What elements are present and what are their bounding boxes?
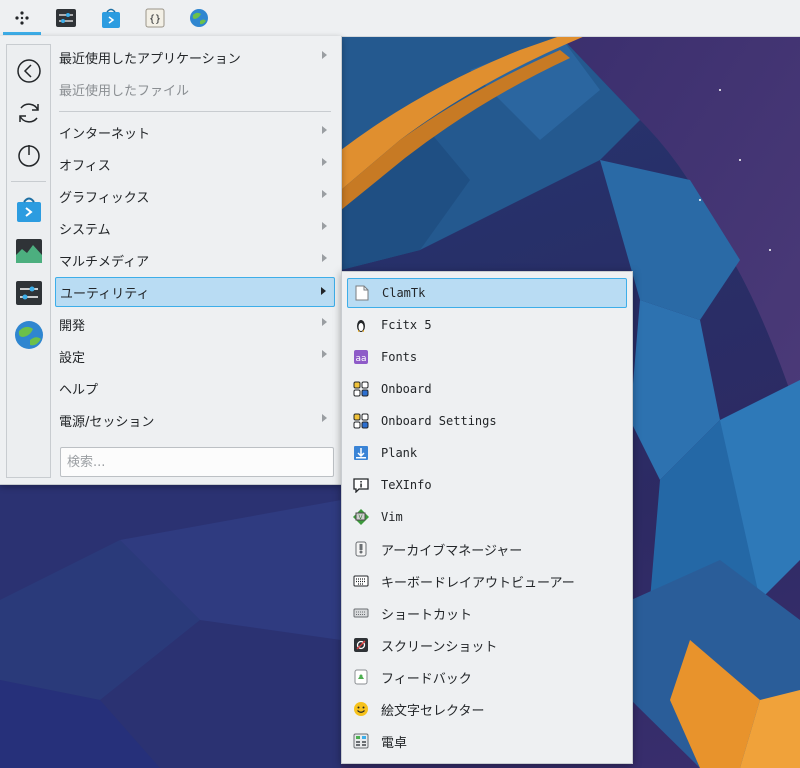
power-icon	[18, 145, 40, 167]
fav-discover[interactable]	[13, 193, 45, 225]
plank-icon	[354, 446, 368, 460]
refresh-button[interactable]	[13, 97, 45, 129]
discover-launcher[interactable]	[96, 3, 126, 33]
chevron-right-icon	[322, 350, 327, 358]
feedback-icon	[354, 669, 368, 685]
menu-item-power-session[interactable]: 電源/セッション	[55, 405, 335, 435]
chevron-right-icon	[322, 190, 327, 198]
utilities-submenu: ClamTk Fcitx 5 aa Fonts Onboard Onboard …	[341, 271, 633, 764]
submenu-item-keyboard-layout-viewer[interactable]: キーボードレイアウトビューアー	[347, 566, 627, 596]
menu-item-recent-apps[interactable]: 最近使用したアプリケーション	[55, 42, 335, 72]
info-icon	[353, 478, 369, 493]
menu-item-development[interactable]: 開発	[55, 309, 335, 339]
system-settings-icon	[16, 281, 42, 305]
menu-item-graphics[interactable]: グラフィックス	[55, 181, 335, 211]
keyboard-icon	[353, 575, 369, 587]
fav-system-settings[interactable]	[13, 277, 45, 309]
fonts-icon: aa	[354, 350, 368, 364]
web-browser-icon	[15, 321, 43, 349]
submenu-item-shortcuts[interactable]: ショートカット	[347, 598, 627, 628]
onboard-settings-icon	[353, 413, 369, 429]
submenu-item-calculator[interactable]: 電卓	[347, 726, 627, 756]
menu-item-internet[interactable]: インターネット	[55, 117, 335, 147]
system-monitor-icon	[16, 239, 42, 263]
back-icon	[17, 59, 41, 83]
menu-item-system[interactable]: システム	[55, 213, 335, 243]
application-launcher-icon	[15, 11, 29, 25]
shortcut-icon	[353, 608, 369, 618]
menu-item-multimedia[interactable]: マルチメディア	[55, 245, 335, 275]
submenu-item-onboard[interactable]: Onboard	[347, 374, 627, 404]
calculator-icon	[353, 733, 369, 749]
submenu-item-screenshot[interactable]: スクリーンショット	[347, 630, 627, 660]
discover-store-icon	[17, 197, 41, 222]
back-button[interactable]	[13, 55, 45, 87]
system-settings-icon	[56, 9, 76, 27]
svg-text:aa: aa	[355, 354, 366, 364]
submenu-item-plank[interactable]: Plank	[347, 438, 627, 468]
submenu-item-texinfo[interactable]: TeXInfo	[347, 470, 627, 500]
refresh-icon	[19, 103, 39, 123]
chevron-right-icon	[322, 158, 327, 166]
submenu-item-feedback[interactable]: フィードバック	[347, 662, 627, 692]
menu-separator	[59, 111, 331, 112]
onboard-icon	[353, 381, 369, 397]
vim-icon: V	[353, 509, 369, 525]
menu-item-recent-files: 最近使用したファイル	[59, 83, 190, 99]
application-launcher-button[interactable]	[7, 3, 37, 33]
submenu-item-fonts[interactable]: aa Fonts	[347, 342, 627, 372]
chevron-right-icon	[322, 126, 327, 134]
screenshot-icon	[354, 638, 368, 652]
chevron-right-icon	[322, 318, 327, 326]
submenu-item-fcitx5[interactable]: Fcitx 5	[347, 310, 627, 340]
power-button[interactable]	[13, 139, 45, 171]
top-panel: {}	[0, 0, 800, 37]
submenu-item-clamtk[interactable]: ClamTk	[347, 278, 627, 308]
favorites-separator	[11, 181, 46, 182]
submenu-item-emoji-selector[interactable]: 絵文字セレクター	[347, 694, 627, 724]
submenu-item-archive-manager[interactable]: アーカイブマネージャー	[347, 534, 627, 564]
web-browser-icon	[190, 9, 208, 27]
archive-icon	[355, 541, 367, 557]
web-browser-launcher[interactable]	[184, 3, 214, 33]
submenu-item-onboard-settings[interactable]: Onboard Settings	[347, 406, 627, 436]
menu-item-settings[interactable]: 設定	[55, 341, 335, 371]
emoji-icon	[354, 702, 368, 716]
system-settings-launcher[interactable]	[51, 3, 81, 33]
discover-store-icon	[102, 8, 120, 28]
chevron-right-icon	[321, 287, 326, 295]
file-icon	[355, 285, 369, 301]
penguin-icon	[357, 320, 365, 332]
menu-item-help[interactable]: ヘルプ	[55, 373, 335, 403]
code-editor-launcher[interactable]: {}	[140, 3, 170, 33]
code-editor-icon: {}	[145, 8, 165, 28]
chevron-right-icon	[322, 51, 327, 59]
chevron-right-icon	[322, 254, 327, 262]
fav-system-monitor[interactable]	[13, 235, 45, 267]
application-menu: 最近使用したアプリケーション 最近使用したファイル インターネット オフィス グ…	[0, 36, 342, 485]
search-input[interactable]	[60, 447, 334, 477]
favorites-bar	[6, 44, 51, 478]
chevron-right-icon	[322, 414, 327, 422]
svg-text:{}: {}	[149, 14, 161, 25]
submenu-item-vim[interactable]: V Vim	[347, 502, 627, 532]
fav-web-browser[interactable]	[13, 319, 45, 351]
active-indicator	[3, 32, 41, 35]
chevron-right-icon	[322, 222, 327, 230]
menu-item-utilities[interactable]: ユーティリティ	[55, 277, 335, 307]
menu-item-office[interactable]: オフィス	[55, 149, 335, 179]
